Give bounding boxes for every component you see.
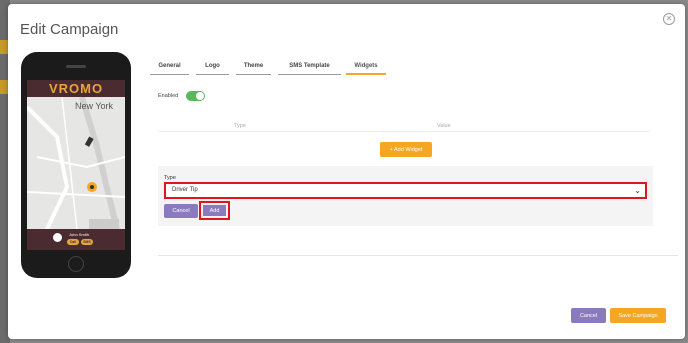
brand-bar: VROMO — [27, 80, 125, 97]
driver-avatar — [53, 233, 62, 242]
footer-divider — [158, 255, 678, 256]
modal-title: Edit Campaign — [20, 21, 119, 38]
type-select[interactable]: Driver Tip ⌄ — [164, 182, 647, 199]
tab-logo[interactable]: Logo — [196, 63, 229, 75]
add-button-highlight: Add — [199, 201, 230, 220]
tab-general[interactable]: General — [150, 63, 189, 75]
close-icon[interactable]: ✕ — [663, 13, 675, 25]
add-widget-button[interactable]: + Add Widget — [380, 142, 432, 157]
add-button[interactable]: Add — [203, 205, 226, 216]
driver-bar: John Smith Call SMS — [27, 229, 125, 250]
type-select-value: Driver Tip — [172, 187, 198, 193]
map-image — [27, 97, 125, 229]
driver-name: John Smith — [69, 232, 90, 237]
column-header-value: Value — [437, 123, 451, 129]
tab-widgets[interactable]: Widgets — [346, 63, 386, 75]
chevron-down-icon: ⌄ — [634, 186, 641, 195]
vromo-logo: VROMO — [48, 81, 104, 96]
sms-chip: SMS — [81, 239, 93, 245]
map-city-label: New York — [75, 101, 114, 111]
phone-speaker — [66, 65, 86, 68]
phone-home-button — [68, 256, 84, 272]
column-header-type: Type — [234, 123, 246, 129]
tab-theme[interactable]: Theme — [236, 63, 271, 75]
save-campaign-button[interactable]: Save Campaign — [610, 308, 666, 323]
phone-screen: VROMO New York John Smith Call SMS — [27, 80, 125, 250]
cancel-button[interactable]: Cancel — [571, 308, 606, 323]
enabled-toggle[interactable] — [186, 91, 205, 101]
enabled-label: Enabled — [158, 93, 179, 99]
type-label: Type — [164, 175, 176, 181]
tab-sms-template[interactable]: SMS Template — [278, 63, 341, 75]
table-divider — [158, 131, 650, 132]
call-chip: Call — [67, 239, 79, 245]
toggle-knob — [196, 92, 204, 100]
form-cancel-button[interactable]: Cancel — [164, 204, 198, 218]
phone-preview: VROMO New York John Smith Call SMS — [21, 52, 131, 278]
